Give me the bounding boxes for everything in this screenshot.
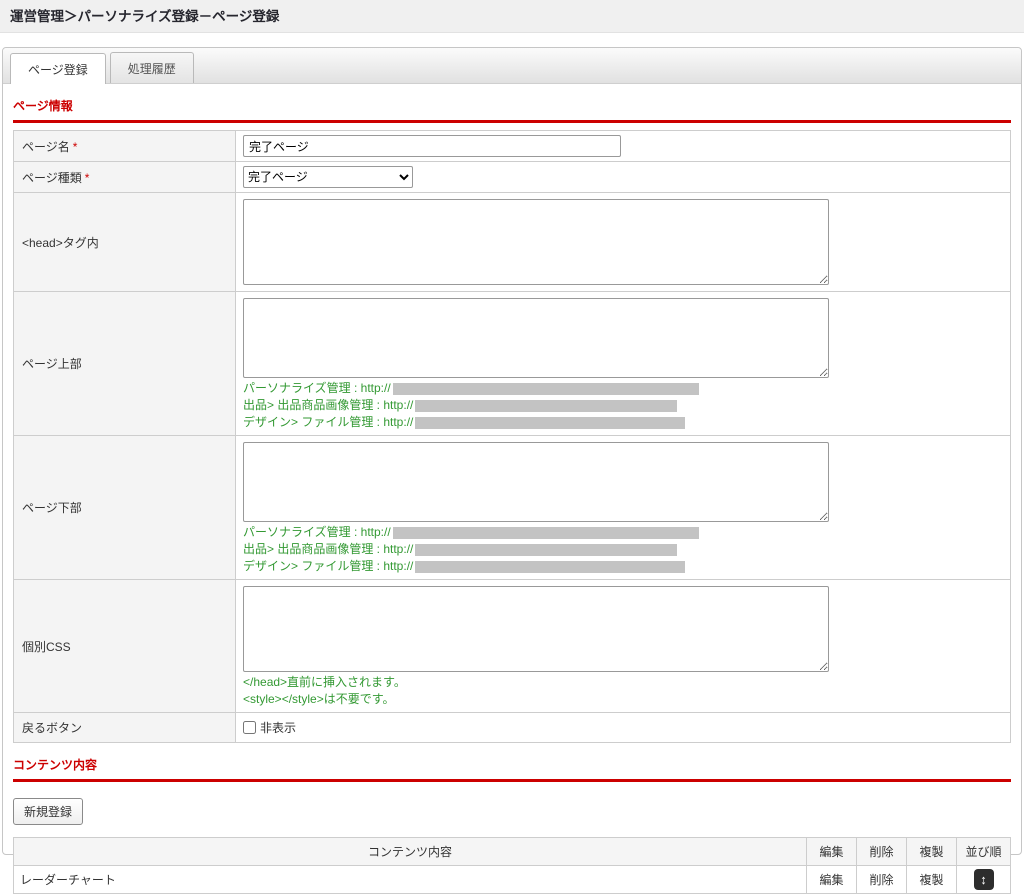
page-name-input[interactable]: [243, 135, 621, 157]
custom-css-hint-nostyle: <style></style>は不要です。: [243, 692, 395, 706]
redacted-url: [415, 543, 678, 556]
page-type-label: ページ種類: [22, 170, 82, 185]
tab-content: ページ情報 ページ名* ページ種類* 完了ページ: [3, 97, 1021, 894]
section-title-page-info: ページ情報: [13, 99, 73, 113]
new-register-button[interactable]: 新規登録: [13, 798, 84, 825]
required-mark: *: [84, 170, 90, 185]
row-page-name: ページ名 *: [13, 130, 1011, 162]
col-header-content: コンテンツ内容: [13, 837, 807, 866]
row-head-tag: <head>タグ内: [13, 192, 1011, 292]
col-header-edit: 編集: [806, 837, 857, 866]
page-top-textarea[interactable]: [243, 298, 829, 378]
page-bottom-hint-item-image: 出品> 出品商品画像管理 : http://: [243, 541, 1003, 558]
row-page-bottom: ページ下部 パーソナライズ管理 : http:// 出品> 出品商品画像管理 :…: [13, 435, 1011, 580]
col-header-copy: 複製: [906, 837, 957, 866]
page-name-label-cell: ページ名 *: [13, 130, 236, 162]
page-top-hint-file-manage: デザイン> ファイル管理 : http://: [243, 414, 1003, 431]
tab-process-history[interactable]: 処理履歴: [109, 52, 194, 83]
page-top-hint-item-image: 出品> 出品商品画像管理 : http://: [243, 397, 1003, 414]
col-header-delete: 削除: [856, 837, 907, 866]
redacted-url: [392, 526, 699, 539]
redacted-url: [415, 416, 686, 429]
custom-css-label: 個別CSS: [13, 579, 236, 713]
row-page-type: ページ種類 * 完了ページ: [13, 161, 1011, 193]
required-mark: *: [72, 139, 78, 154]
row-custom-css: 個別CSS </head>直前に挿入されます。 <style></style>は…: [13, 579, 1011, 713]
page-top-hint-personalize: パーソナライズ管理 : http://: [243, 380, 1003, 397]
contents-table: コンテンツ内容 編集 削除 複製 並び順 レーダーチャート 編集 削除 複製 ↕: [13, 837, 1011, 894]
back-button-label: 戻るボタン: [13, 712, 236, 743]
redacted-url: [392, 382, 699, 395]
page-top-label: ページ上部: [13, 291, 236, 436]
hide-back-button-checkbox[interactable]: [243, 721, 256, 734]
table-row: レーダーチャート 編集 削除 複製 ↕: [13, 865, 1011, 894]
custom-css-textarea[interactable]: [243, 586, 829, 672]
main-panel: ページ登録 処理履歴 ページ情報 ページ名* ページ種類* 完了ページ: [2, 47, 1022, 894]
row-back-button: 戻るボタン 非表示: [13, 712, 1011, 743]
section-divider: [13, 779, 1011, 782]
head-tag-textarea[interactable]: [243, 199, 829, 285]
hide-back-button-checkbox-label: 非表示: [260, 721, 297, 735]
edit-link[interactable]: 編集: [819, 873, 843, 887]
delete-link[interactable]: 削除: [869, 873, 893, 887]
page-bottom-hint-personalize: パーソナライズ管理 : http://: [243, 524, 1003, 541]
section-title-contents: コンテンツ内容: [13, 758, 98, 772]
sort-order-drag-icon[interactable]: ↕: [973, 869, 994, 890]
custom-css-hint-insert: </head>直前に挿入されます。: [243, 675, 406, 689]
redacted-url: [415, 560, 686, 573]
page-bottom-label: ページ下部: [13, 435, 236, 580]
copy-link[interactable]: 複製: [919, 873, 943, 887]
page-name-label: ページ名: [22, 139, 70, 154]
redacted-url: [415, 399, 678, 412]
page-type-select[interactable]: 完了ページ: [243, 166, 413, 188]
page-info-form: ページ名* ページ種類* 完了ページ <head>タグ内: [13, 130, 1011, 743]
breadcrumb: 運営管理＞パーソナライズ登録－ページ登録: [0, 0, 1024, 33]
row-page-top: ページ上部 パーソナライズ管理 : http:// 出品> 出品商品画像管理 :…: [13, 291, 1011, 436]
page-type-label-cell: ページ種類 *: [13, 161, 236, 193]
content-name-cell: レーダーチャート: [13, 865, 807, 894]
tab-bar: ページ登録 処理履歴: [3, 48, 1021, 84]
contents-table-header-row: コンテンツ内容 編集 削除 複製 並び順: [13, 837, 1011, 866]
col-header-sort: 並び順: [956, 837, 1011, 866]
page-bottom-hint-file-manage: デザイン> ファイル管理 : http://: [243, 558, 1003, 575]
page-bottom-textarea[interactable]: [243, 442, 829, 522]
head-tag-label: <head>タグ内: [13, 192, 236, 292]
tab-page-register[interactable]: ページ登録: [10, 53, 106, 84]
section-divider: [13, 120, 1011, 123]
